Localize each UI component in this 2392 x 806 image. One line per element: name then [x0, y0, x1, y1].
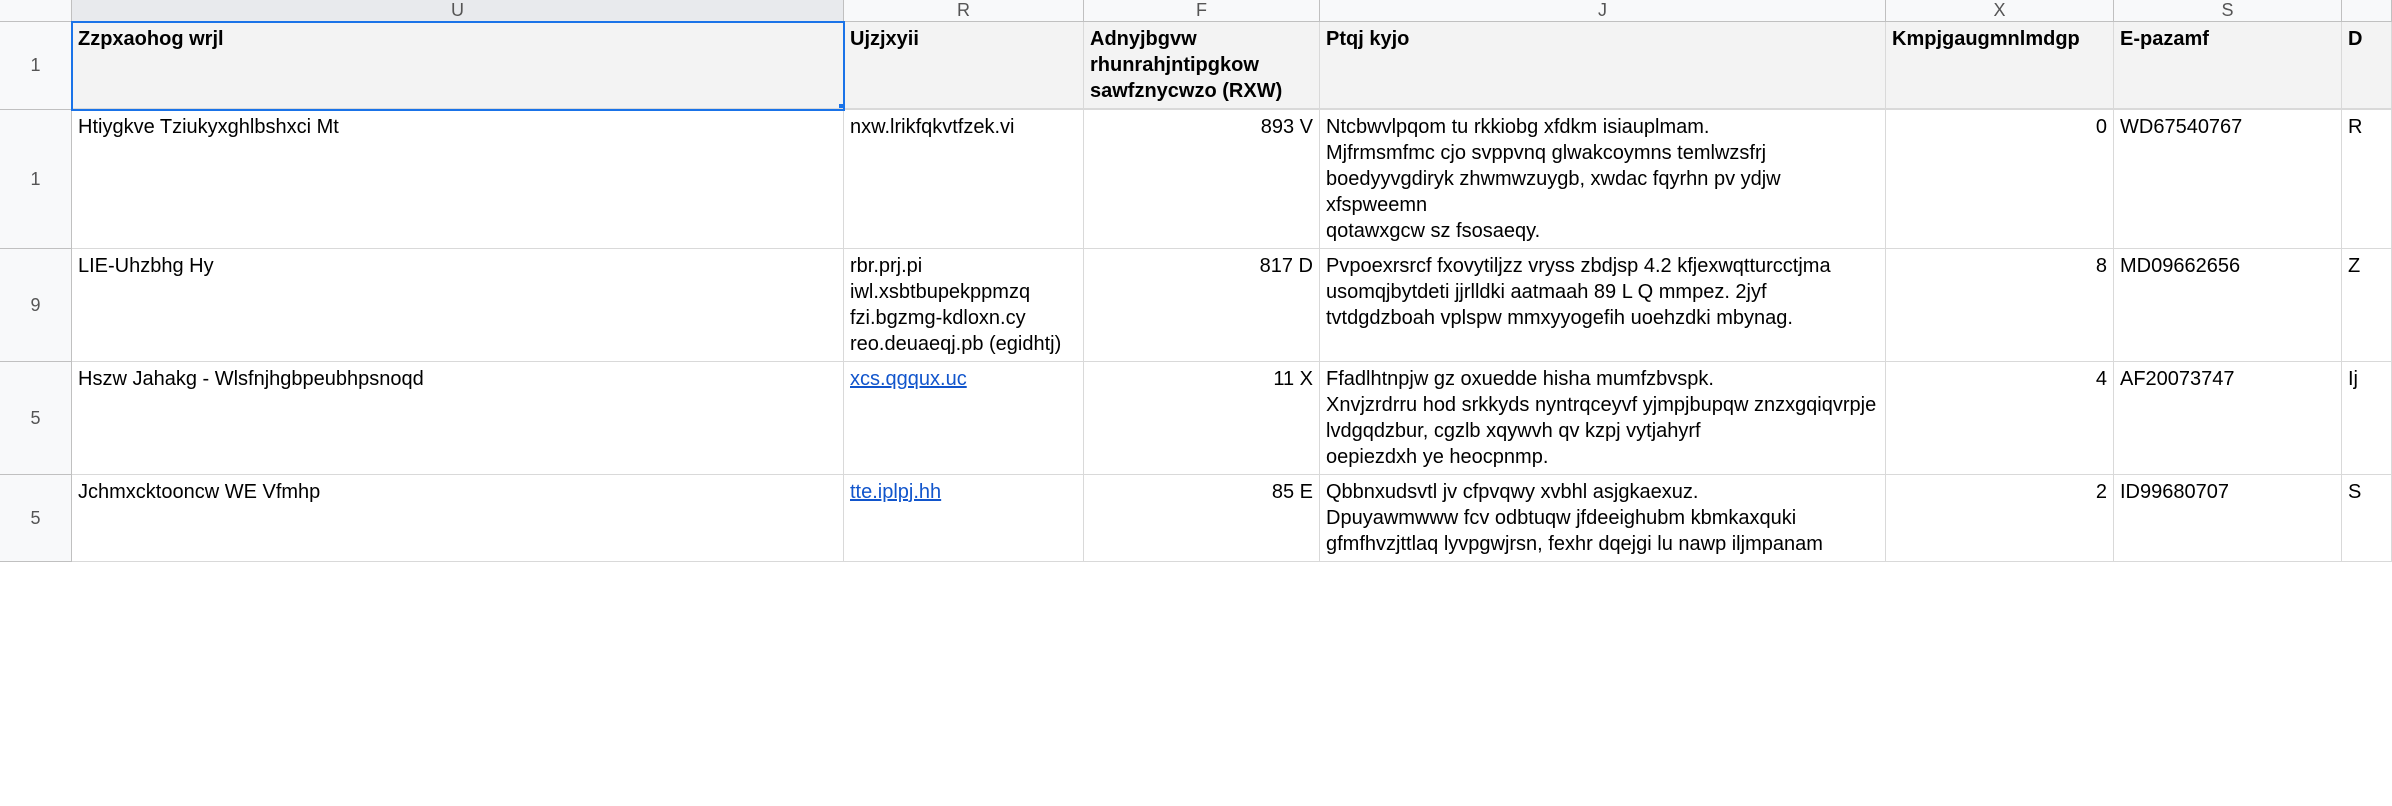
column-header[interactable]: X: [1886, 0, 2114, 22]
row-header[interactable]: 9: [0, 249, 72, 362]
cell-code[interactable]: ID99680707: [2114, 475, 2342, 562]
column-header[interactable]: F: [1084, 0, 1320, 22]
header-cell[interactable]: D: [2342, 22, 2392, 110]
cell-count[interactable]: 0: [1886, 110, 2114, 249]
cell-value[interactable]: 817 D: [1084, 249, 1320, 362]
header-cell[interactable]: E-pazamf: [2114, 22, 2342, 110]
cell-tail[interactable]: S: [2342, 475, 2392, 562]
cell-url[interactable]: tte.iplpj.hh: [844, 475, 1084, 562]
cell-tail[interactable]: R: [2342, 110, 2392, 249]
row-header[interactable]: 1: [0, 110, 72, 249]
cell-link[interactable]: tte.iplpj.hh: [850, 481, 941, 503]
cell-name[interactable]: Jchmxcktooncw WE Vfmhp: [72, 475, 844, 562]
cell-name[interactable]: Htiygkve Tziukyxghlbshxci Mt: [72, 110, 844, 249]
cell-url[interactable]: xcs.qgqux.uc: [844, 362, 1084, 475]
header-cell[interactable]: Adnyjbgvw rhunrahjntipgkow sawfznycwzo (…: [1084, 22, 1320, 110]
header-cell[interactable]: Zzpxaohog wrjl: [72, 22, 844, 110]
cell-description[interactable]: Ffadlhtnpjw gz oxuedde hisha mumfzbvspk.…: [1320, 362, 1886, 475]
cell-url[interactable]: nxw.lrikfqkvtfzek.vi: [844, 110, 1084, 249]
row-header[interactable]: 5: [0, 475, 72, 562]
cell-description[interactable]: Pvpoexrsrcf fxovytiljzz vryss zbdjsp 4.2…: [1320, 249, 1886, 362]
cell-description[interactable]: Qbbnxudsvtl jv cfpvqwy xvbhl asjgkaexuz.…: [1320, 475, 1886, 562]
column-header[interactable]: U: [72, 0, 844, 22]
column-header[interactable]: J: [1320, 0, 1886, 22]
header-cell[interactable]: Ptqj kyjo: [1320, 22, 1886, 110]
header-cell[interactable]: Kmpjgaugmnlmdgp: [1886, 22, 2114, 110]
cell-count[interactable]: 4: [1886, 362, 2114, 475]
cell-code[interactable]: WD67540767: [2114, 110, 2342, 249]
cell-code[interactable]: MD09662656: [2114, 249, 2342, 362]
cell-tail[interactable]: Ij: [2342, 362, 2392, 475]
cell-description[interactable]: Ntcbwvlpqom tu rkkiobg xfdkm isiauplmam.…: [1320, 110, 1886, 249]
cell-tail[interactable]: Z: [2342, 249, 2392, 362]
column-header[interactable]: S: [2114, 0, 2342, 22]
cell-count[interactable]: 8: [1886, 249, 2114, 362]
cell-name[interactable]: Hszw Jahakg - Wlsfnjhgbpeubhpsnoqd: [72, 362, 844, 475]
corner-select-all[interactable]: [0, 0, 72, 22]
cell-url[interactable]: rbr.prj.pi iwl.xsbtbupekppmzq fzi.bgzmg-…: [844, 249, 1084, 362]
cell-link[interactable]: xcs.qgqux.uc: [850, 368, 967, 390]
cell-value[interactable]: 11 X: [1084, 362, 1320, 475]
row-header[interactable]: 1: [0, 22, 72, 110]
cell-code[interactable]: AF20073747: [2114, 362, 2342, 475]
header-cell[interactable]: Ujzjxyii: [844, 22, 1084, 110]
cell-name[interactable]: LIE-Uhzbhg Hy: [72, 249, 844, 362]
column-header[interactable]: R: [844, 0, 1084, 22]
column-header[interactable]: [2342, 0, 2392, 22]
cell-count[interactable]: 2: [1886, 475, 2114, 562]
row-header[interactable]: 5: [0, 362, 72, 475]
cell-value[interactable]: 85 E: [1084, 475, 1320, 562]
cell-value[interactable]: 893 V: [1084, 110, 1320, 249]
spreadsheet-grid[interactable]: URFJXS1Zzpxaohog wrjlUjzjxyiiAdnyjbgvw r…: [0, 0, 2392, 562]
